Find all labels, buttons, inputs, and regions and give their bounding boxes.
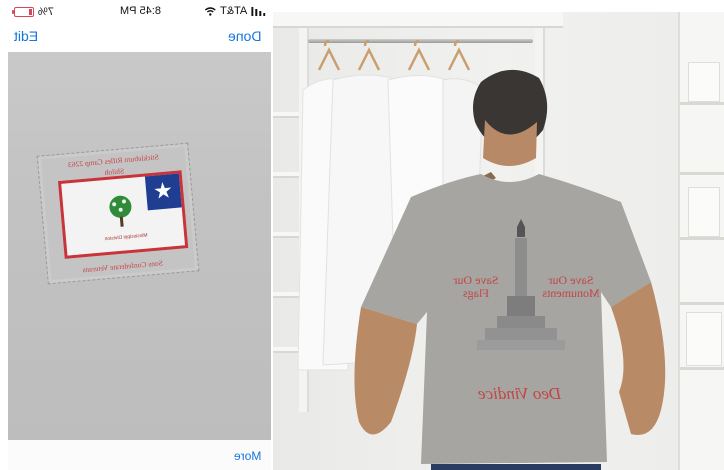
edit-button[interactable]: Edit (14, 28, 38, 44)
storage-box (688, 187, 720, 237)
carrier-name: AT&T (219, 5, 247, 17)
battery-indicator: 7% (12, 6, 54, 18)
storage-box (686, 312, 722, 366)
flag-caption: Mississippi Division (104, 232, 148, 243)
battery-icon (12, 7, 34, 17)
signal-icon (251, 6, 265, 16)
star-icon (144, 173, 182, 211)
shirt-left-slogan: Save Our Flags (453, 273, 499, 300)
shirt-motto: Deo Vindice (478, 384, 562, 403)
status-time: 8:45 PM (120, 5, 161, 17)
closet-cabinet (678, 12, 724, 470)
magnolia-tree-icon (109, 195, 132, 227)
closet-photo: Save Our Flags Save Our Monuments Deo Vi… (273, 12, 724, 470)
battery-percent: 7% (38, 6, 54, 18)
man-wearing-shirt (354, 69, 666, 470)
shirt-front-photo: Stickleburn Rifles Camp 2263 Shiloh Miss… (8, 52, 271, 440)
status-bar: 7% 8:45 PM AT&T (8, 0, 271, 22)
wifi-icon (204, 6, 216, 16)
shirt-pocket: Stickleburn Rifles Camp 2263 Shiloh Miss… (36, 142, 200, 285)
phone-screenshot: 7% 8:45 PM AT&T Edit Done Stickleburn Ri… (8, 0, 271, 470)
flag-emblem: Mississippi Division (57, 170, 189, 259)
storage-box (688, 62, 720, 102)
more-button[interactable]: More (234, 449, 261, 463)
pocket-bottom-text: Sons Confederate Veterans (82, 258, 164, 275)
done-button[interactable]: Done (228, 28, 261, 44)
top-shelf (273, 12, 563, 28)
bottom-toolbar: More (8, 440, 271, 470)
nav-bar: Edit Done (8, 22, 271, 52)
shirt-right-slogan: Save Our Monuments (542, 273, 600, 300)
carrier-indicator: AT&T (204, 5, 265, 17)
